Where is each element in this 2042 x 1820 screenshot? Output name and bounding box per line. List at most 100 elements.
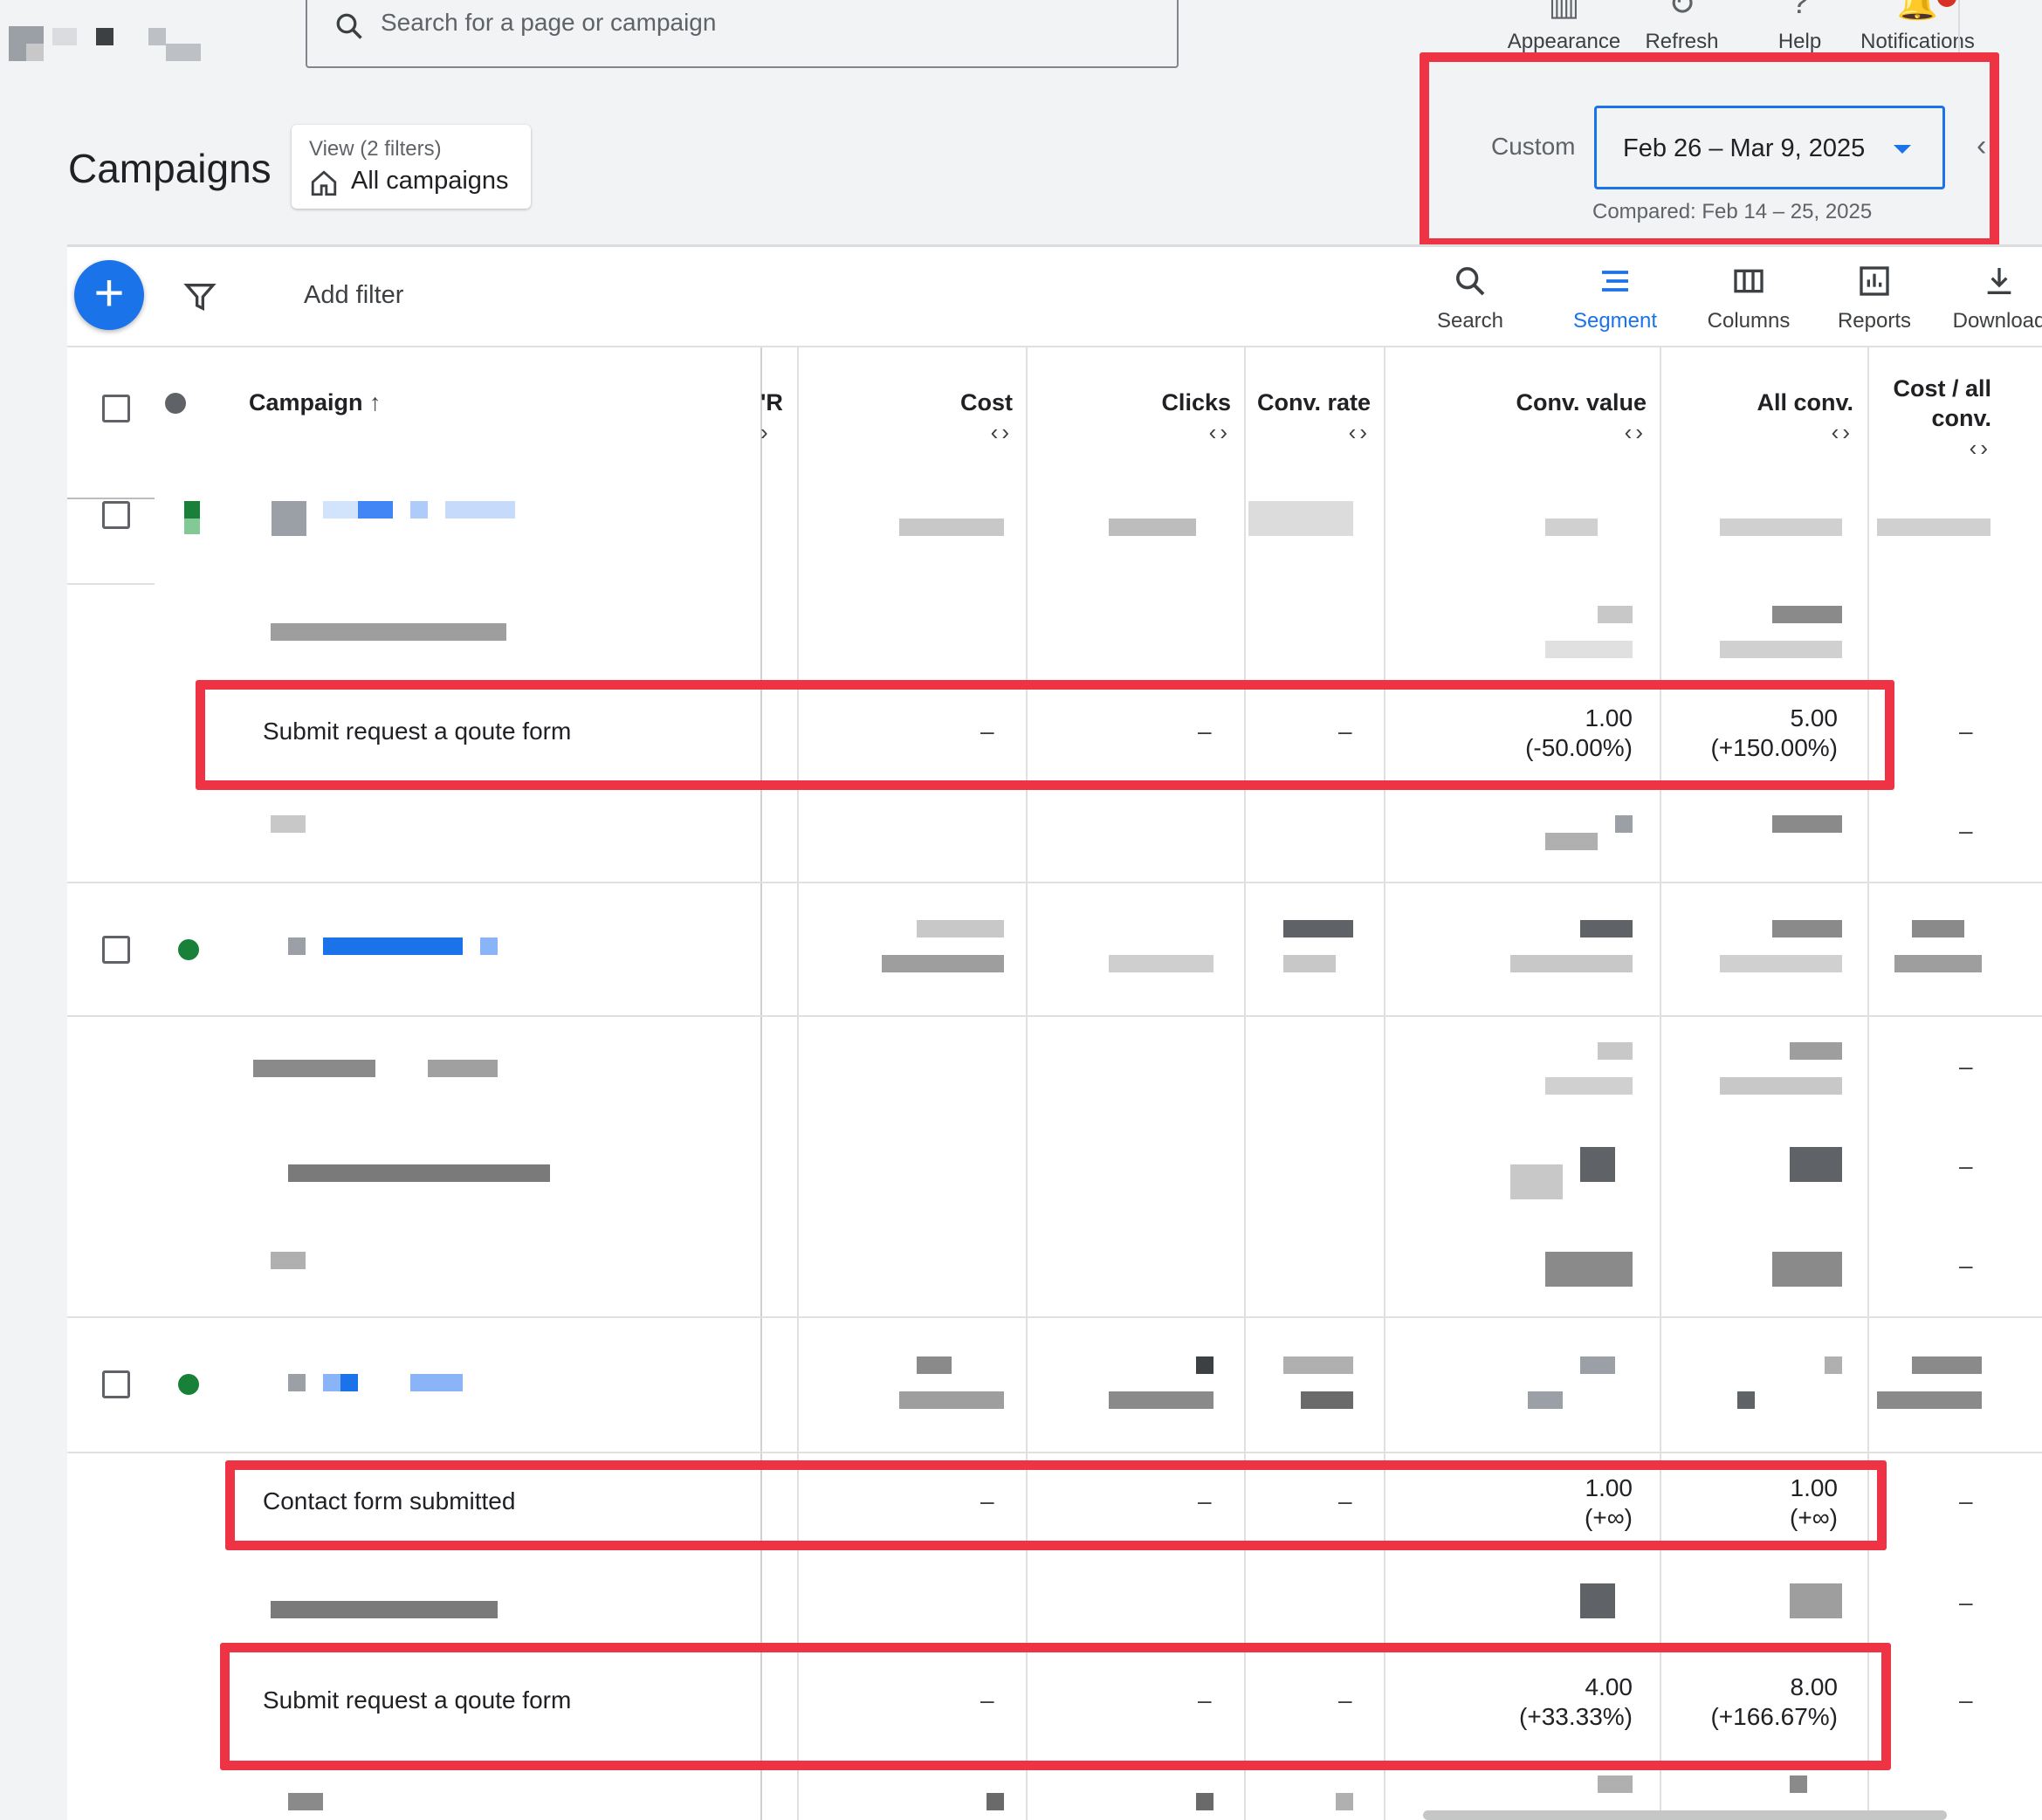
- column-header-conv-rate[interactable]: Conv. rate ‹›: [1244, 388, 1371, 447]
- code-arrows-icon: ‹›: [990, 419, 1013, 445]
- row-divider: [67, 882, 2042, 883]
- column-header-all-conv[interactable]: All conv. ‹›: [1660, 388, 1853, 447]
- column-header-conv-value[interactable]: Conv. value ‹›: [1384, 388, 1647, 447]
- code-arrows-icon: ‹›: [1208, 419, 1231, 445]
- metric-blur: [1283, 955, 1336, 972]
- metric-blur: [1301, 1391, 1353, 1409]
- metric-blur: [1283, 1356, 1353, 1374]
- column-header-cost-all-conv[interactable]: Cost / all conv. ‹›: [1867, 374, 1991, 463]
- metric-blur: [1772, 815, 1842, 833]
- add-filter-button[interactable]: Add filter: [304, 281, 403, 310]
- conv-value-header-label: Conv. value: [1516, 389, 1647, 416]
- help-icon: ?: [1790, 0, 1810, 21]
- cost-all-conv-value: –: [1959, 1252, 1973, 1279]
- select-all-checkbox[interactable]: [102, 395, 130, 422]
- filter-icon[interactable]: [182, 279, 217, 314]
- segment-label-blur: [271, 623, 506, 641]
- metric-blur: [1580, 920, 1633, 937]
- help-label: Help: [1777, 30, 1822, 53]
- download-icon: [1987, 268, 2011, 294]
- notifications-icon: 🔔: [1896, 0, 1939, 22]
- logo-blur: [52, 28, 77, 45]
- view-name: All campaigns: [351, 167, 509, 195]
- row-checkbox[interactable]: [102, 1370, 130, 1398]
- reports-icon: [1860, 266, 1889, 296]
- metric-blur: [1598, 606, 1633, 623]
- tool-columns[interactable]: Columns: [1692, 258, 1805, 337]
- cost-all-conv-value: –: [1959, 1487, 1973, 1514]
- cost-all-conv-value: –: [1959, 817, 1973, 844]
- metric-blur: [1720, 1077, 1842, 1095]
- status-enabled-icon: [178, 1374, 199, 1395]
- column-divider: [1384, 347, 1385, 1820]
- metric-blur: [1545, 519, 1598, 536]
- appearance-label: Appearance: [1507, 30, 1621, 53]
- status-icon: [184, 501, 200, 519]
- logo-blur: [148, 28, 166, 45]
- logo-blur: [96, 28, 113, 45]
- metric-blur: [882, 955, 1004, 972]
- metric-blur: [1790, 1147, 1842, 1182]
- column-divider: [797, 347, 799, 1820]
- search-box[interactable]: Search for a page or campaign: [306, 0, 1179, 68]
- campaign-name-blur: [358, 501, 393, 519]
- tool-segment-label: Segment: [1572, 309, 1658, 333]
- metric-blur: [1545, 1252, 1633, 1287]
- expand-icon: ›: [760, 419, 772, 445]
- horizontal-scrollbar[interactable]: [1423, 1810, 1947, 1820]
- segment-label-blur: [288, 1793, 323, 1810]
- cost-all-conv-value: –: [1959, 718, 1973, 745]
- metric-blur: [1894, 955, 1982, 972]
- tool-columns-label: Columns: [1707, 309, 1791, 333]
- metric-blur: [1912, 920, 1964, 937]
- segment-label-blur: [428, 1060, 498, 1077]
- campaign-name-blur: [410, 501, 428, 519]
- tool-segment[interactable]: Segment: [1549, 258, 1681, 337]
- code-arrows-icon: ‹›: [1969, 435, 1991, 461]
- metric-blur: [1598, 1042, 1633, 1060]
- metric-blur: [1720, 955, 1842, 972]
- add-campaign-button[interactable]: +: [74, 260, 144, 330]
- metric-blur: [1772, 1252, 1842, 1287]
- metric-blur: [1598, 1775, 1633, 1793]
- metric-blur: [1248, 501, 1353, 536]
- row-divider: [67, 1452, 2042, 1453]
- tool-search-label: Search: [1436, 309, 1504, 333]
- tool-download[interactable]: Download: [1938, 258, 2042, 337]
- search-icon: [1456, 267, 1485, 296]
- metric-blur: [1109, 519, 1196, 536]
- tool-reports[interactable]: Reports: [1818, 258, 1931, 337]
- column-header-ctr[interactable]: 'R ›: [760, 388, 795, 447]
- metric-blur: [1510, 1164, 1563, 1199]
- tool-search[interactable]: Search: [1423, 258, 1517, 337]
- logo-blur: [166, 44, 201, 61]
- metric-blur: [1545, 833, 1598, 850]
- metric-blur: [1109, 1391, 1214, 1409]
- highlight-row: [225, 1460, 1887, 1550]
- row-divider: [67, 583, 155, 585]
- metric-blur: [1196, 1793, 1214, 1810]
- metric-blur: [917, 1356, 952, 1374]
- ctr-header-label: 'R: [760, 389, 783, 416]
- metric-blur: [1772, 606, 1842, 623]
- sort-ascending-icon: ↑: [369, 389, 382, 416]
- campaign-name-blur: [480, 937, 498, 955]
- column-divider: [1660, 347, 1661, 1820]
- column-header-cost[interactable]: Cost ‹›: [797, 388, 1013, 447]
- campaign-header-label: Campaign: [249, 389, 363, 416]
- segment-label-blur: [288, 1164, 550, 1182]
- cost-all-conv-value: –: [1959, 1053, 1973, 1080]
- code-arrows-icon: ‹›: [1831, 419, 1853, 445]
- row-checkbox[interactable]: [102, 936, 130, 964]
- code-arrows-icon: ‹›: [1348, 419, 1371, 445]
- metric-blur: [1772, 920, 1842, 937]
- metric-blur: [1580, 1356, 1615, 1374]
- column-header-campaign[interactable]: Campaign ↑: [249, 388, 382, 417]
- campaign-name-blur: [288, 937, 306, 955]
- row-checkbox[interactable]: [102, 501, 130, 529]
- cost-header-label: Cost: [960, 389, 1013, 416]
- column-header-clicks[interactable]: Clicks ‹›: [1026, 388, 1231, 447]
- metric-blur: [1825, 1356, 1842, 1374]
- view-selector[interactable]: View (2 filters) All campaigns: [292, 125, 531, 209]
- status-header-icon: [165, 393, 186, 414]
